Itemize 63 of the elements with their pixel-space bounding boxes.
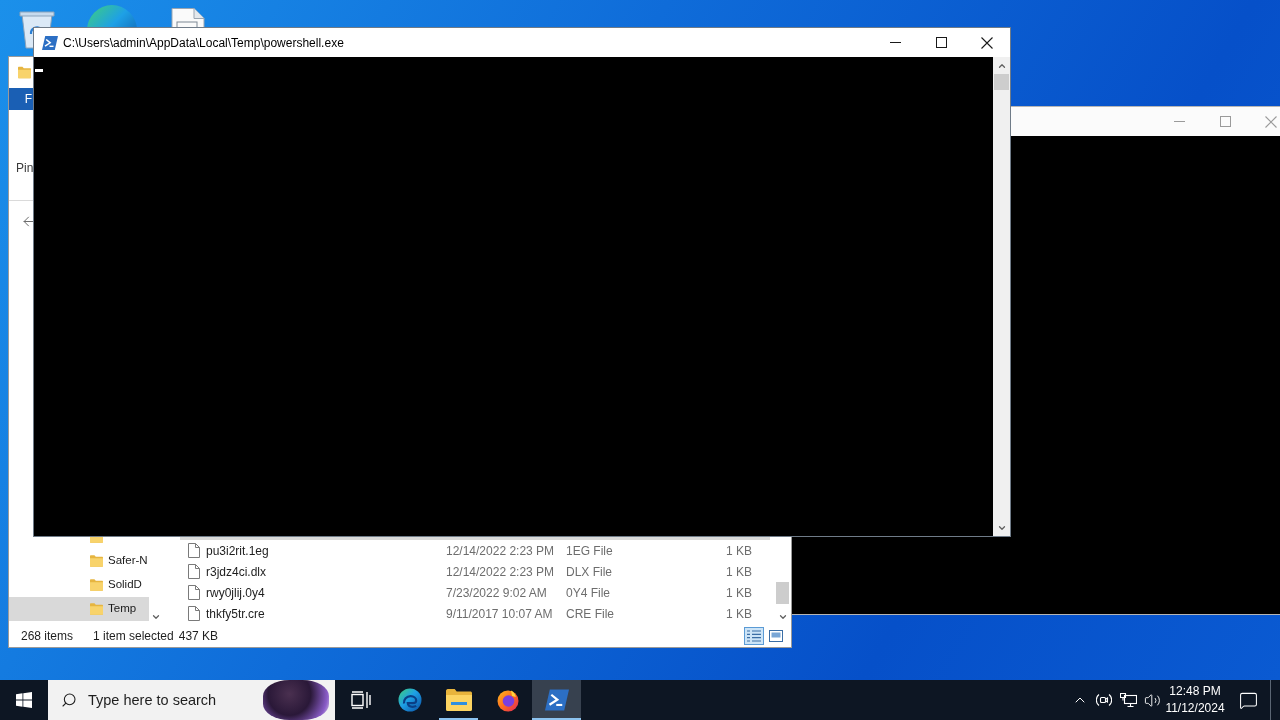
window-title: C:\Users\admin\AppData\Local\Temp\powershell.exe — [63, 34, 344, 52]
notification-icon — [1238, 690, 1258, 710]
large-icons-view-button[interactable] — [766, 627, 786, 645]
file-icon — [188, 543, 200, 558]
clock[interactable]: 12:48 PM 11/12/2024 — [1164, 680, 1226, 720]
file-size: 1 KB — [725, 584, 752, 602]
folder-icon — [90, 579, 103, 591]
file-date: 7/23/2022 9:02 AM — [446, 584, 548, 602]
file-date: 12/14/2022 2:23 PM — [446, 563, 556, 581]
scrollbar-thumb[interactable] — [994, 74, 1009, 90]
pin-button[interactable]: Pin — [16, 161, 34, 175]
details-view-button[interactable] — [744, 627, 764, 645]
browser-icon — [397, 688, 422, 712]
large-icons-view-icon — [769, 630, 783, 642]
minimize-icon — [1173, 121, 1185, 122]
file-date: 12/14/2022 2:23 PM — [446, 542, 556, 560]
back-button[interactable] — [20, 213, 36, 229]
file-name[interactable]: thkfy5tr.cre — [206, 604, 446, 623]
file-name[interactable]: rwy0jlij.0y4 — [206, 583, 446, 602]
terminal-button[interactable] — [532, 680, 581, 720]
file-type: 0Y4 File — [566, 584, 612, 602]
windows-logo-icon — [16, 692, 32, 708]
folder-icon — [445, 689, 472, 711]
file-type: CRE File — [566, 605, 615, 623]
folder-icon — [90, 603, 103, 615]
file-size: 1 KB — [725, 605, 752, 623]
terminal-icon — [42, 34, 58, 51]
task-view-icon — [350, 691, 371, 709]
folder-icon — [90, 555, 103, 567]
file-size: 1 KB — [725, 542, 752, 560]
selection-size: 437 KB — [178, 628, 219, 645]
file-name[interactable]: r3jdz4ci.dlx — [206, 562, 446, 581]
file-type: 1EG File — [566, 542, 614, 560]
folder-icon — [18, 65, 31, 80]
close-icon — [981, 36, 993, 49]
search-field[interactable]: Type here to search — [88, 680, 263, 720]
file-date: 9/11/2017 10:07 AM — [446, 605, 554, 623]
minimize-icon — [889, 42, 901, 43]
scrollbar-thumb[interactable] — [776, 582, 789, 604]
terminal-icon — [544, 688, 569, 712]
network-icon — [1119, 692, 1137, 708]
search-icon — [61, 692, 77, 708]
browser-icon — [495, 688, 520, 712]
file-size: 1 KB — [725, 563, 752, 581]
camera-icon — [1096, 692, 1112, 708]
file-name[interactable]: pu3i2rit.1eg — [206, 541, 446, 560]
maximize-icon — [1219, 116, 1231, 127]
search-highlight-picture — [263, 680, 329, 720]
nav-item[interactable]: Temp — [9, 597, 149, 621]
file-icon — [188, 606, 200, 621]
item-count: 268 items — [21, 628, 75, 645]
back-arrow-icon — [20, 213, 36, 229]
file-icon — [188, 585, 200, 600]
file-type: DLX File — [566, 563, 613, 581]
details-view-icon — [747, 630, 761, 642]
file-icon — [188, 564, 200, 579]
search-box[interactable]: Type here to search — [48, 680, 335, 720]
volume-icon — [1143, 691, 1161, 709]
document-icon[interactable] — [168, 8, 206, 27]
file-tab[interactable]: F — [9, 88, 33, 110]
close-icon — [1265, 115, 1277, 128]
maximize-icon — [935, 37, 947, 48]
selection-status: 1 item selected — [93, 628, 174, 645]
